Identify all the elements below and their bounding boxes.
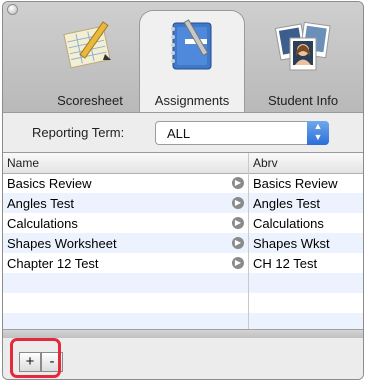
table-row[interactable]: Basics Review ▶ Basics Review: [3, 173, 363, 193]
reporting-term-row: Reporting Term: ALL ▲ ▼: [3, 112, 363, 153]
scoresheet-icon: [63, 21, 111, 69]
column-header-abrv[interactable]: Abrv: [253, 156, 278, 170]
table-header: Name Abrv: [3, 153, 363, 174]
column-header-name[interactable]: Name: [7, 156, 39, 170]
column-divider[interactable]: [248, 153, 249, 331]
table-row[interactable]: Calculations ▶ Calculations: [3, 213, 363, 233]
cell-abrv: Basics Review: [253, 176, 338, 191]
cell-abrv: CH 12 Test: [253, 256, 318, 271]
cell-name: Calculations: [7, 216, 78, 231]
cell-name: Angles Test: [7, 196, 74, 211]
arrow-right-circle-icon[interactable]: ▶: [232, 237, 244, 249]
arrow-right-circle-icon[interactable]: ▶: [232, 197, 244, 209]
assignments-window: Scoresheet Assignments Student Info Repo…: [2, 1, 364, 380]
arrow-right-circle-icon[interactable]: ▶: [232, 257, 244, 269]
table-row[interactable]: Chapter 12 Test ▶ CH 12 Test: [3, 253, 363, 273]
window-control-icon[interactable]: [7, 4, 18, 15]
tab-label: Assignments: [154, 93, 230, 108]
assignments-table: Name Abrv Basics Review ▶ Basics Review …: [3, 152, 363, 331]
cell-name: Shapes Worksheet: [7, 236, 117, 251]
assignments-notebook-icon: [171, 19, 212, 70]
highlight-annotation: [10, 338, 61, 378]
arrow-right-circle-icon[interactable]: ▶: [232, 177, 244, 189]
table-row[interactable]: Angles Test ▶ Angles Test: [3, 193, 363, 213]
cell-abrv: Shapes Wkst: [253, 236, 330, 251]
tab-student-info[interactable]: Student Info: [247, 2, 359, 112]
toolbar: Scoresheet Assignments Student Info: [3, 2, 363, 112]
cell-name: Basics Review: [7, 176, 92, 191]
tab-label: Scoresheet: [57, 93, 123, 108]
empty-row: [3, 293, 363, 313]
empty-row: [3, 273, 363, 293]
updown-arrows-icon[interactable]: ▲ ▼: [307, 121, 329, 145]
tab-scoresheet[interactable]: Scoresheet: [41, 2, 139, 112]
reporting-term-label: Reporting Term:: [32, 125, 125, 140]
tab-assignments[interactable]: Assignments: [139, 10, 245, 112]
cell-name: Chapter 12 Test: [7, 256, 99, 271]
tab-label: Student Info: [267, 93, 339, 108]
student-photos-icon: [274, 21, 331, 71]
reporting-term-value: ALL: [167, 126, 191, 141]
reporting-term-select[interactable]: ALL ▲ ▼: [155, 121, 329, 145]
cell-abrv: Calculations: [253, 216, 324, 231]
table-row[interactable]: Shapes Worksheet ▶ Shapes Wkst: [3, 233, 363, 253]
cell-abrv: Angles Test: [253, 196, 320, 211]
arrow-right-circle-icon[interactable]: ▶: [232, 217, 244, 229]
